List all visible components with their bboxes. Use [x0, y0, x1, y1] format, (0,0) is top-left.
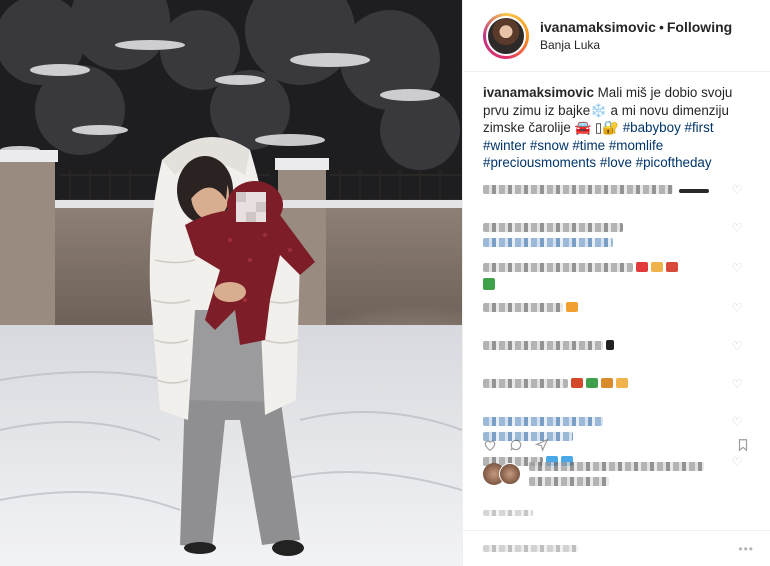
comment-like-heart-icon[interactable]: ♡	[730, 302, 744, 314]
blurred-comment-text	[483, 336, 614, 350]
caption-username-link[interactable]: ivanamaksimovic	[483, 85, 594, 100]
comment-item: ♡	[483, 336, 750, 374]
user-meta: ivanamaksimovic • Following Banja Luka	[540, 18, 732, 54]
blurred-comment-text	[483, 298, 578, 312]
more-options-icon[interactable]: •••	[738, 542, 754, 556]
story-ring[interactable]	[483, 12, 529, 59]
heart-icon[interactable]	[483, 438, 497, 452]
liked-by-row[interactable]	[483, 462, 704, 486]
blurred-comment-text	[483, 218, 623, 247]
post-timestamp	[483, 505, 533, 516]
post-side-panel: ivanamaksimovic • Following Banja Luka iva…	[462, 0, 770, 566]
hashtag-link[interactable]: #preciousmoments	[483, 155, 596, 170]
post-actions	[463, 432, 770, 458]
post-header: ivanamaksimovic • Following Banja Luka	[463, 0, 770, 72]
share-icon[interactable]	[535, 438, 549, 452]
post-photo[interactable]	[0, 0, 462, 566]
blurred-comment-text	[483, 258, 678, 290]
avatar[interactable]	[486, 15, 526, 56]
liker-avatar	[499, 463, 521, 485]
comment-like-heart-icon[interactable]: ♡	[730, 416, 744, 428]
comment-like-heart-icon[interactable]: ♡	[730, 262, 744, 274]
comment-like-heart-icon[interactable]: ♡	[730, 340, 744, 352]
comment-like-heart-icon[interactable]: ♡	[730, 378, 744, 390]
header-username-link[interactable]: ivanamaksimovic	[540, 19, 656, 35]
separator-dot: •	[658, 18, 664, 35]
photo-illustration	[0, 0, 462, 566]
comment-item: ♡	[483, 180, 750, 218]
following-button[interactable]: Following	[667, 19, 732, 35]
blurred-comment-text	[483, 180, 709, 194]
hashtag-link[interactable]: #momlife	[609, 138, 663, 153]
comment-input-placeholder[interactable]	[483, 545, 578, 552]
add-comment-bar[interactable]: •••	[463, 530, 770, 566]
hashtag-link[interactable]: #babyboy	[623, 120, 681, 135]
hashtag-link[interactable]: #time	[572, 138, 605, 153]
bookmark-icon[interactable]	[736, 438, 750, 452]
comment-item: ♡	[483, 298, 750, 336]
blurred-comment-text	[483, 374, 628, 388]
blurred-likes-text	[529, 462, 704, 486]
location-link[interactable]: Banja Luka	[540, 36, 732, 54]
post-caption: ivanamaksimovic Mali miš je dobio svoju …	[463, 72, 770, 172]
comment-item: ♡	[483, 218, 750, 258]
comment-like-heart-icon[interactable]: ♡	[730, 222, 744, 234]
comment-like-heart-icon[interactable]: ♡	[730, 184, 744, 196]
comment-item: ♡	[483, 258, 750, 298]
user-line: ivanamaksimovic • Following	[540, 18, 732, 36]
hashtag-link[interactable]: #snow	[530, 138, 569, 153]
comment-icon[interactable]	[509, 438, 523, 452]
instagram-post: ivanamaksimovic • Following Banja Luka iva…	[0, 0, 770, 566]
hashtag-link[interactable]: #first	[685, 120, 714, 135]
hashtag-link[interactable]: #picoftheday	[636, 155, 712, 170]
comment-item: ♡	[483, 374, 750, 412]
hashtag-link[interactable]: #winter	[483, 138, 526, 153]
hashtag-link[interactable]: #love	[600, 155, 632, 170]
